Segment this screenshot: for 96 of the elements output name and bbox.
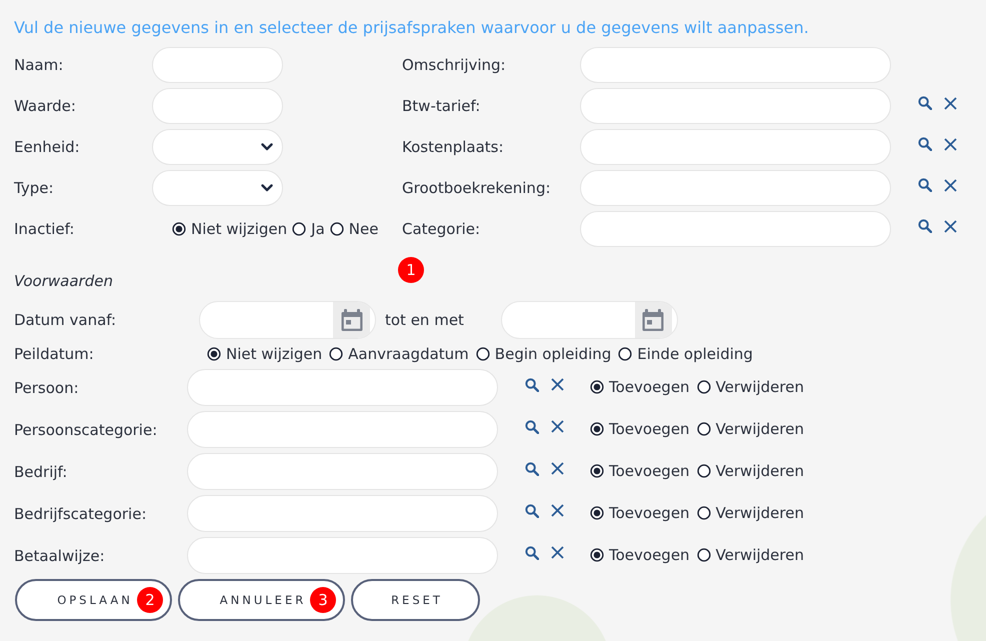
radio-icon[interactable] xyxy=(172,222,186,236)
text-field[interactable] xyxy=(187,453,498,490)
calendar-icon xyxy=(642,308,664,332)
field-label: Categorie: xyxy=(402,219,482,239)
text-field[interactable] xyxy=(187,495,498,532)
radio-icon[interactable] xyxy=(476,347,490,361)
radio-icon[interactable] xyxy=(618,347,632,361)
field-label: Persoon: xyxy=(14,378,80,398)
text-field[interactable] xyxy=(187,537,498,574)
radio-option[interactable]: Verwijderen xyxy=(696,503,804,523)
action-button[interactable]: RESET xyxy=(351,579,480,621)
field-label: Datum vanaf: xyxy=(14,310,118,330)
field-label: Omschrijving: xyxy=(402,55,507,75)
text-field[interactable] xyxy=(580,88,891,124)
radio-option[interactable]: Toevoegen xyxy=(590,461,690,481)
field-label: Kostenplaats: xyxy=(402,137,505,157)
field-label: Inactief: xyxy=(14,219,76,239)
close-icon[interactable] xyxy=(551,546,564,559)
field-label: Waarde: xyxy=(14,96,77,116)
calendar-button[interactable] xyxy=(634,302,672,338)
close-icon[interactable] xyxy=(551,504,564,517)
radio-option[interactable]: Nee xyxy=(330,219,378,239)
radio-icon[interactable] xyxy=(590,464,604,478)
field-label: Naam: xyxy=(14,55,64,75)
dropdown-field[interactable] xyxy=(152,170,283,206)
text-field[interactable] xyxy=(152,88,283,124)
field-label: Persoonscategorie: xyxy=(14,420,158,440)
text-field[interactable] xyxy=(152,47,283,83)
radio-icon[interactable] xyxy=(696,548,711,562)
text-field[interactable] xyxy=(187,369,498,406)
field-label: Type: xyxy=(14,178,55,198)
close-icon[interactable] xyxy=(944,96,957,110)
radio-option[interactable]: Verwijderen xyxy=(696,419,804,439)
radio-icon[interactable] xyxy=(590,548,604,562)
chevron-down-icon xyxy=(261,184,273,192)
radio-option[interactable]: Verwijderen xyxy=(696,545,804,565)
text-field[interactable] xyxy=(580,47,891,83)
text-field[interactable] xyxy=(187,411,498,448)
date-field[interactable] xyxy=(199,301,376,339)
radio-option[interactable]: Niet wijzigen xyxy=(207,344,322,364)
annotation-marker: 1 xyxy=(398,257,424,283)
search-icon[interactable] xyxy=(525,420,539,434)
radio-option[interactable]: Toevoegen xyxy=(590,419,690,439)
close-icon[interactable] xyxy=(551,462,564,475)
range-separator-text: tot en met xyxy=(385,311,464,329)
radio-icon[interactable] xyxy=(590,380,604,394)
date-field[interactable] xyxy=(500,301,678,339)
intro-text: Vul de nieuwe gegevens in en selecteer de prijsafspraken waarvoor u de gegevens wilt aanpassen. xyxy=(14,18,809,38)
radio-option[interactable]: Aanvraagdatum xyxy=(329,344,469,364)
search-icon[interactable] xyxy=(918,137,932,151)
calendar-button[interactable] xyxy=(333,302,370,338)
radio-icon[interactable] xyxy=(696,506,711,520)
search-icon[interactable] xyxy=(918,219,932,233)
search-icon[interactable] xyxy=(918,96,932,110)
radio-icon[interactable] xyxy=(696,464,711,478)
radio-option[interactable]: Verwijderen xyxy=(696,377,804,397)
radio-icon[interactable] xyxy=(590,422,604,436)
radio-option[interactable]: Ja xyxy=(292,219,325,239)
close-icon[interactable] xyxy=(944,178,957,192)
section-title: Voorwaarden xyxy=(14,271,113,291)
radio-option[interactable]: Toevoegen xyxy=(590,377,690,397)
field-label: Bedrijfscategorie: xyxy=(14,504,148,524)
radio-option[interactable]: Toevoegen xyxy=(590,503,690,523)
radio-icon[interactable] xyxy=(330,222,344,236)
radio-icon[interactable] xyxy=(696,422,711,436)
radio-option[interactable]: Niet wijzigen xyxy=(172,219,288,239)
field-label: Btw-tarief: xyxy=(402,96,482,116)
radio-icon[interactable] xyxy=(329,347,344,361)
field-label: Betaalwijze: xyxy=(14,546,106,566)
chevron-down-icon xyxy=(261,143,273,151)
search-icon[interactable] xyxy=(918,178,932,192)
field-label: Grootboekrekening: xyxy=(402,178,552,198)
search-icon[interactable] xyxy=(525,462,539,476)
text-field[interactable] xyxy=(580,170,891,206)
radio-icon[interactable] xyxy=(590,506,604,520)
close-icon[interactable] xyxy=(551,378,564,391)
close-icon[interactable] xyxy=(551,420,564,433)
radio-option[interactable]: Begin opleiding xyxy=(476,344,612,364)
radio-option[interactable]: Verwijderen xyxy=(696,461,804,481)
close-icon[interactable] xyxy=(944,220,957,232)
radio-icon[interactable] xyxy=(696,380,711,394)
text-field[interactable] xyxy=(580,211,891,247)
radio-icon[interactable] xyxy=(207,347,221,361)
search-icon[interactable] xyxy=(525,546,539,560)
dropdown-field[interactable] xyxy=(152,129,283,165)
radio-option[interactable]: Einde opleiding xyxy=(618,344,753,364)
close-icon[interactable] xyxy=(944,138,957,150)
radio-icon[interactable] xyxy=(292,222,306,236)
field-label: Bedrijf: xyxy=(14,462,68,482)
text-field[interactable] xyxy=(580,129,891,165)
search-icon[interactable] xyxy=(525,378,539,392)
field-label: Peildatum: xyxy=(14,344,95,364)
calendar-icon xyxy=(340,308,362,332)
radio-option[interactable]: Toevoegen xyxy=(590,545,690,565)
field-label: Eenheid: xyxy=(14,137,81,157)
search-icon[interactable] xyxy=(525,504,539,518)
